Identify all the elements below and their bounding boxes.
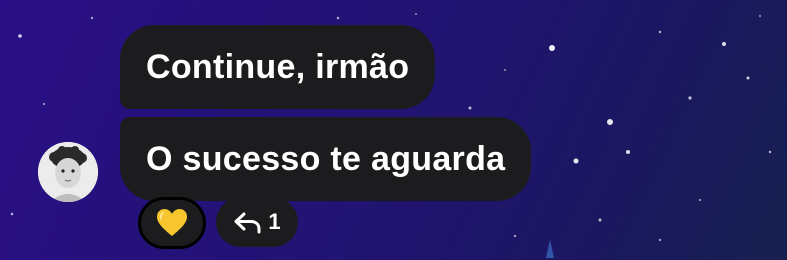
reply-arrow-icon <box>234 212 261 234</box>
replies-button[interactable]: 1 <box>216 197 298 247</box>
yellow-heart-icon <box>157 209 187 236</box>
child-portrait-icon <box>38 142 98 202</box>
reply-count: 1 <box>268 209 281 234</box>
message-bubble[interactable]: Continue, irmão <box>120 25 436 109</box>
message-bubble[interactable]: O sucesso te aguarda <box>120 117 532 201</box>
message-text: O sucesso te aguarda <box>146 139 506 178</box>
reaction-yellow-heart-button[interactable] <box>138 197 206 249</box>
avatar[interactable] <box>38 142 98 202</box>
message-text: Continue, irmão <box>146 47 410 86</box>
